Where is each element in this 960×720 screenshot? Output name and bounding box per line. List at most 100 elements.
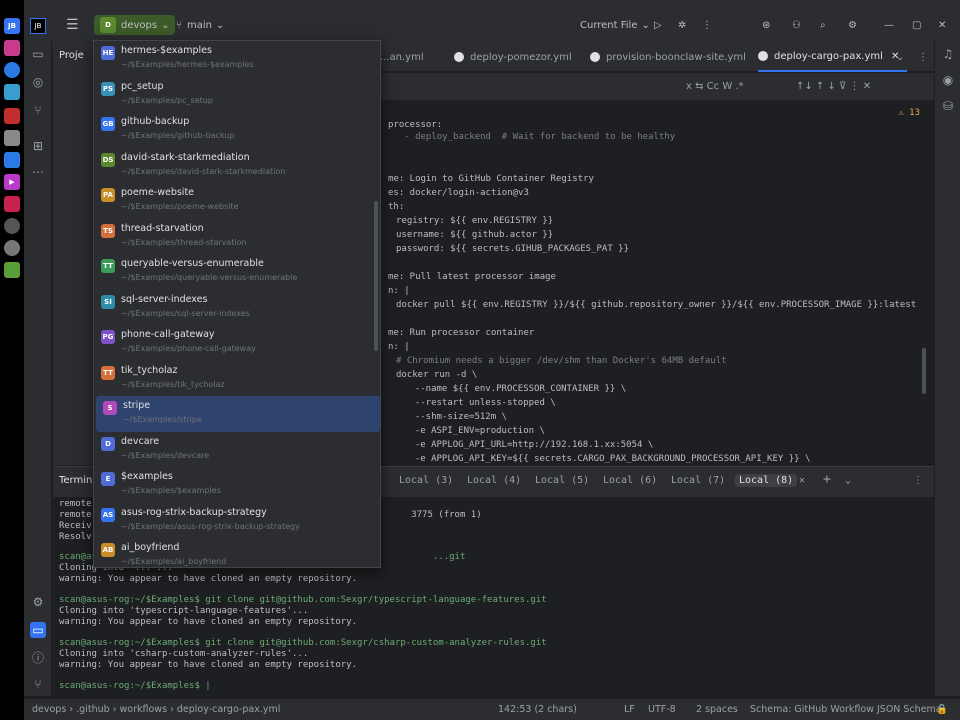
recent-project-item[interactable]: SI sql-server-indexes ~/$Examples/sql-se… [94, 290, 380, 326]
debug-icon[interactable]: ✲ [678, 15, 686, 35]
close-terminal-tab-icon[interactable]: ✕ [799, 475, 805, 486]
project-switcher-button[interactable]: D devops ⌄ [94, 15, 176, 35]
project-badge: GB [101, 117, 115, 131]
terminal-tab[interactable]: Local (6) [603, 475, 657, 486]
warning-count-badge[interactable]: ⚠ 13 [898, 108, 920, 118]
json-schema[interactable]: Schema: GitHub Workflow JSON Schema [750, 704, 942, 715]
browser-icon[interactable] [4, 62, 20, 78]
terminal-tab[interactable]: Local (3) [399, 475, 453, 486]
app-icon[interactable] [4, 40, 20, 56]
indent-setting[interactable]: 2 spaces [696, 704, 738, 715]
recent-project-item[interactable]: PA poeme-website ~/$Examples/poeme-websi… [94, 183, 380, 219]
breadcrumb-item[interactable]: .github [76, 704, 110, 715]
folder-icon[interactable]: ▭ [30, 46, 46, 62]
notifications-icon[interactable]: ♫ [940, 46, 956, 62]
jetbrains-app-icon[interactable]: JB [4, 18, 20, 34]
find-navigation[interactable]: ↑↓ ↑ ↓ ⊽ ⋮ ✕ [796, 81, 871, 92]
recent-project-item[interactable]: TS thread-starvation ~/$Examples/thread-… [94, 219, 380, 255]
recent-project-item[interactable]: PS pc_setup ~/$Examples/pc_setup [94, 77, 380, 113]
recent-project-item[interactable]: PG phone-call-gateway ~/$Examples/phone-… [94, 325, 380, 361]
structure-icon[interactable]: ⊞ [30, 138, 46, 154]
project-path: ~/$Examples/stripe [123, 415, 202, 424]
terminal-more-icon[interactable]: ⋮ [913, 475, 923, 486]
rider-icon[interactable] [4, 196, 20, 212]
terminal-dropdown-chevron-icon[interactable]: ⌄ [845, 475, 851, 486]
editor-tab[interactable]: ...an.yml [380, 42, 424, 72]
app-icon[interactable] [4, 262, 20, 278]
breadcrumb-item[interactable]: workflows [120, 704, 168, 715]
app-icon[interactable] [4, 130, 20, 146]
settings-gear-icon[interactable]: ⚙ [848, 15, 857, 35]
project-name: stripe [123, 400, 151, 411]
git-icon[interactable]: ⑂ [30, 676, 46, 692]
more-tools-icon[interactable]: ⋯ [30, 164, 46, 180]
recent-project-item[interactable]: AS asus-rog-strix-backup-strategy ~/$Exa… [94, 503, 380, 539]
right-tool-strip: ♫ ◉ ⛁ [934, 40, 960, 696]
recent-project-item[interactable]: D devcare ~/$Examples/devcare [94, 432, 380, 468]
project-name: ai_boyfriend [121, 542, 180, 553]
recent-project-item-selected[interactable]: S stripe ~/$Examples/stripe [96, 396, 380, 432]
recent-project-item[interactable]: AB ai_boyfriend ~/$Examples/ai_boyfriend [94, 538, 380, 567]
recent-project-item[interactable]: TT queryable-versus-enumerable ~/$Exampl… [94, 254, 380, 290]
editor-more-icon[interactable]: ⋮ [918, 42, 928, 72]
code-line: n: | [388, 342, 410, 352]
editor-tab-active[interactable]: deploy-cargo-pax.yml ✕ [758, 42, 908, 72]
ai-assistant-icon[interactable]: ⊛ [762, 15, 770, 35]
main-menu-icon[interactable]: ☰ [66, 15, 79, 35]
app-icon[interactable] [4, 240, 20, 256]
services-icon[interactable]: ⚙ [30, 594, 46, 610]
ide-logo-icon[interactable]: JB [30, 16, 46, 36]
recent-project-item[interactable]: GB github-backup ~/$Examples/github-back… [94, 112, 380, 148]
app-icon[interactable] [4, 218, 20, 234]
app-icon[interactable] [4, 108, 20, 124]
maximize-icon[interactable]: ▢ [912, 15, 921, 35]
find-options[interactable]: x ⇆ Cc W .* [686, 81, 744, 92]
terminal-tab[interactable]: Local (7) [671, 475, 725, 486]
code-editor[interactable]: processor: - deploy_backend # Wait for b… [360, 102, 926, 464]
breadcrumb-item[interactable]: devops [32, 704, 66, 715]
project-path: ~/$Examples/devcare [121, 450, 210, 460]
problems-icon[interactable]: ⓘ [30, 650, 46, 666]
media-player-icon[interactable]: ▶ [4, 174, 20, 190]
lock-icon[interactable]: 🔒 [936, 704, 948, 715]
breadcrumb-item[interactable]: deploy-cargo-pax.yml [177, 704, 280, 715]
popup-scrollbar[interactable] [374, 201, 378, 351]
terminal-prompt-line[interactable]: scan@asus-rog:~/$Examples$ | [59, 681, 211, 691]
terminal-tab[interactable]: Local (5) [535, 475, 589, 486]
minimize-icon[interactable]: — [884, 15, 894, 35]
editor-scrollbar[interactable] [922, 348, 926, 394]
terminal-tab[interactable]: Local (4) [467, 475, 521, 486]
terminal-tab-active[interactable]: Local (8) [735, 474, 798, 487]
branch-switcher-button[interactable]: ⑂ main ⌄ [176, 15, 224, 35]
status-bar: devops › .github › workflows › deploy-ca… [24, 698, 960, 720]
line-ending[interactable]: LF [624, 704, 635, 715]
app-icon[interactable] [4, 152, 20, 168]
recent-project-item[interactable]: DS david-stark-starkmediation ~/$Example… [94, 148, 380, 184]
editor-tab[interactable]: deploy-pomezor.yml [454, 42, 572, 72]
recent-project-item[interactable]: HE hermes-$examples ~/$Examples/hermes-$… [94, 41, 380, 77]
more-actions-icon[interactable]: ⋮ [702, 15, 712, 35]
database-icon[interactable]: ⛁ [940, 98, 956, 114]
recent-project-item[interactable]: TT tik_tycholaz ~/$Examples/tik_tycholaz [94, 361, 380, 397]
editor-tab[interactable]: provision-boonclaw-site.yml [590, 42, 746, 72]
terminal-icon[interactable]: ▭ [30, 622, 46, 638]
commit-icon[interactable]: ◎ [30, 74, 46, 90]
new-terminal-plus-icon[interactable]: + [823, 472, 831, 487]
run-icon[interactable]: ▷ [654, 15, 662, 35]
caret-position[interactable]: 142:53 (2 chars) [498, 704, 577, 715]
tab-list-chevron-icon[interactable]: ⌄ [896, 42, 904, 72]
project-path: ~/$Examples/sql-server-indexes [121, 308, 250, 318]
app-icon[interactable] [4, 84, 20, 100]
project-name: david-stark-starkmediation [121, 151, 250, 163]
pull-requests-icon[interactable]: ⑂ [30, 102, 46, 118]
run-config-selector[interactable]: Current File ⌄ [580, 15, 650, 35]
file-encoding[interactable]: UTF-8 [648, 704, 676, 715]
project-path: ~/$Examples/thread-starvation [121, 237, 247, 247]
project-badge: AS [101, 507, 115, 522]
code-line: docker pull ${{ env.REGISTRY }}/${{ gith… [396, 300, 917, 310]
ai-chat-icon[interactable]: ◉ [940, 72, 956, 88]
recent-project-item[interactable]: E $examples ~/$Examples/$examples [94, 467, 380, 503]
close-window-icon[interactable]: ✕ [938, 15, 946, 35]
account-icon[interactable]: ⚇ [792, 15, 801, 35]
search-icon[interactable]: ⌕ [820, 15, 826, 35]
